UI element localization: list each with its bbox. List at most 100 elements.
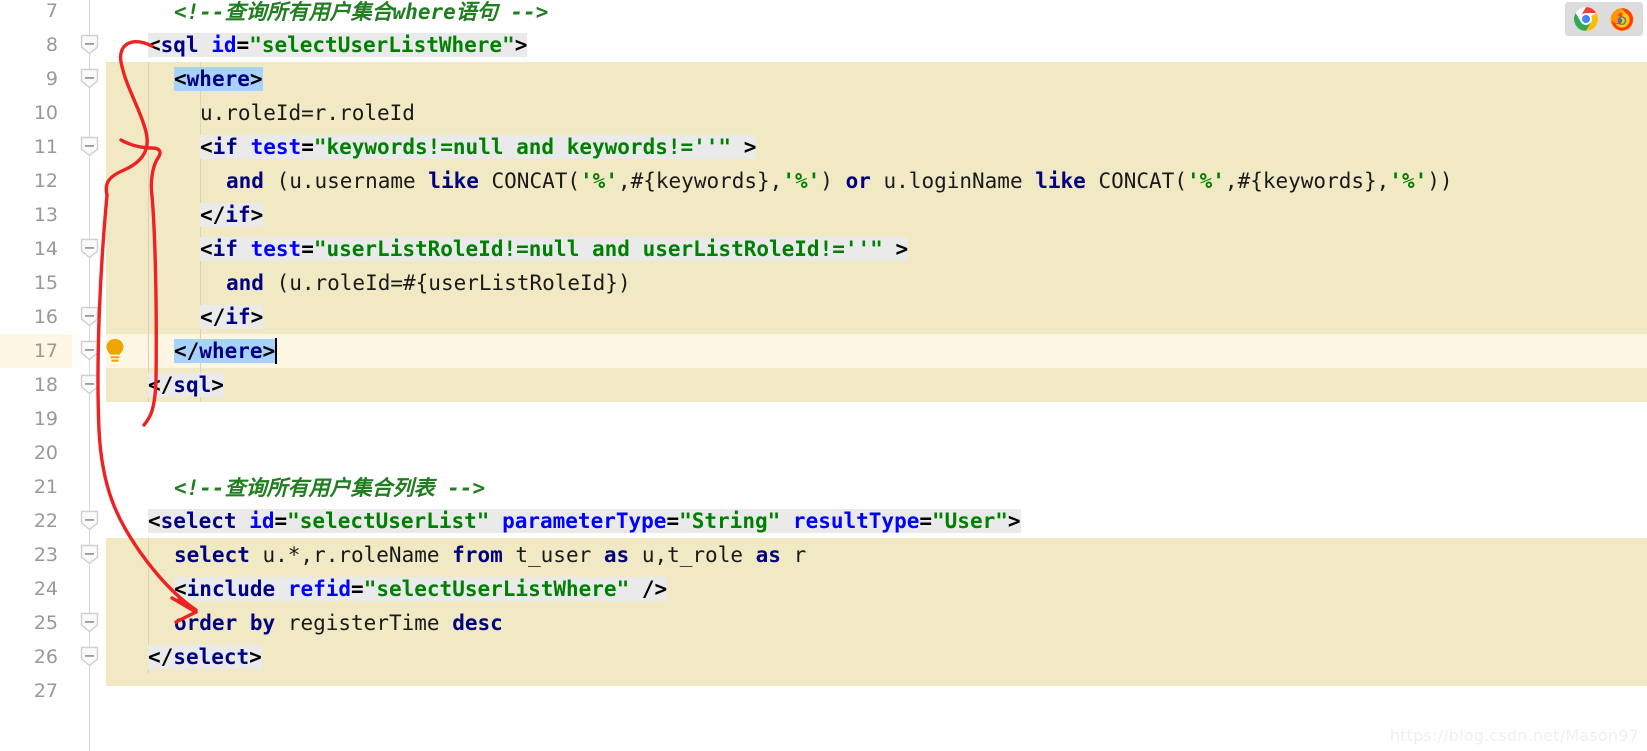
- code-line-19[interactable]: [106, 402, 148, 436]
- code-line-11[interactable]: <if test="keywords!=null and keywords!='…: [106, 130, 757, 164]
- code-line-13[interactable]: </if>: [106, 198, 264, 232]
- line-number-14[interactable]: 14: [0, 232, 72, 266]
- line-number-20[interactable]: 20: [0, 436, 72, 470]
- code-line-14[interactable]: <if test="userListRoleId!=null and userL…: [106, 232, 909, 266]
- chrome-icon[interactable]: [1573, 6, 1599, 32]
- fold-marker-line-16[interactable]: [80, 306, 99, 327]
- line-number-25[interactable]: 25: [0, 606, 72, 640]
- token-22-0: <: [148, 509, 161, 533]
- code-line-10[interactable]: u.roleId=r.roleId: [106, 96, 415, 130]
- code-line-8-content: <sql id="selectUserListWhere">: [148, 33, 528, 57]
- token-13-0: </: [200, 203, 226, 227]
- code-line-12-content: and (u.username like CONCAT('%',#{keywor…: [226, 169, 1453, 193]
- token-24-6: />: [629, 577, 668, 601]
- code-line-15[interactable]: and (u.roleId=#{userListRoleId}): [106, 266, 631, 300]
- line-number-8[interactable]: 8: [0, 28, 72, 62]
- token-8-3: id: [211, 33, 237, 57]
- token-16-1: if: [225, 305, 251, 329]
- token-8-0: <: [148, 33, 161, 57]
- token-24-1: include: [186, 577, 276, 601]
- token-15-1: (u.roleId=#{userListRoleId}): [276, 271, 631, 295]
- token-24-4: =: [351, 577, 364, 601]
- token-26-1: select: [173, 645, 250, 669]
- code-line-17[interactable]: </where>: [106, 334, 278, 368]
- line-number-13[interactable]: 13: [0, 198, 72, 232]
- code-line-14-content: <if test="userListRoleId!=null and userL…: [200, 237, 909, 261]
- code-line-26[interactable]: </select>: [106, 640, 262, 674]
- code-line-16[interactable]: </if>: [106, 300, 264, 334]
- code-line-18[interactable]: </sql>: [106, 368, 224, 402]
- fold-marker-line-23[interactable]: [80, 544, 99, 565]
- lightbulb-icon[interactable]: [104, 337, 126, 367]
- line-number-24[interactable]: 24: [0, 572, 72, 606]
- token-23-0: select: [174, 543, 250, 567]
- line-number-23[interactable]: 23: [0, 538, 72, 572]
- token-11-5: "keywords!=null and keywords!=''": [313, 135, 732, 159]
- code-line-24[interactable]: <include refid="selectUserListWhere" />: [106, 572, 668, 606]
- line-number-7[interactable]: 7: [0, 0, 72, 28]
- token-15-0: and: [226, 271, 277, 295]
- firefox-icon[interactable]: [1609, 6, 1635, 32]
- code-line-11-content: <if test="keywords!=null and keywords!='…: [200, 135, 757, 159]
- token-12-11: CONCAT(: [1085, 169, 1187, 193]
- token-22-12: =: [919, 509, 933, 533]
- code-line-9[interactable]: <where>: [106, 62, 263, 96]
- code-line-21-content: <!--查询所有用户集合列表 -->: [174, 472, 485, 502]
- token-12-10: like: [1035, 169, 1086, 193]
- fold-marker-line-26[interactable]: [80, 646, 99, 667]
- line-number-26[interactable]: 26: [0, 640, 72, 674]
- token-11-4: =: [301, 135, 314, 159]
- line-number-17[interactable]: 17: [0, 334, 72, 368]
- line-number-21[interactable]: 21: [0, 470, 72, 504]
- token-22-13: "User": [932, 509, 1008, 533]
- token-12-7: ): [820, 169, 846, 193]
- token-23-6: as: [755, 543, 781, 567]
- code-line-13-content: </if>: [200, 203, 264, 227]
- fold-marker-line-25[interactable]: [80, 612, 99, 633]
- fold-marker-line-18[interactable]: [80, 374, 99, 395]
- line-number-12[interactable]: 12: [0, 164, 72, 198]
- line-number-15[interactable]: 15: [0, 266, 72, 300]
- token-18-0: </: [148, 373, 174, 397]
- code-line-18-content: </sql>: [148, 373, 224, 397]
- line-number-16[interactable]: 16: [0, 300, 72, 334]
- line-number-18[interactable]: 18: [0, 368, 72, 402]
- code-editor[interactable]: <!--查询所有用户集合where语句 --> <sql id="selectUs…: [0, 0, 1647, 751]
- code-text-area[interactable]: <!--查询所有用户集合where语句 --> <sql id="selectUs…: [106, 0, 1647, 751]
- code-line-16-content: </if>: [200, 305, 264, 329]
- code-folding-strip[interactable]: [72, 0, 106, 751]
- code-line-26-content: </select>: [148, 645, 262, 669]
- code-line-24-content: <include refid="selectUserListWhere" />: [174, 577, 668, 601]
- line-number-19[interactable]: 19: [0, 402, 72, 436]
- code-line-22[interactable]: <select id="selectUserList" parameterTyp…: [106, 504, 1021, 538]
- fold-marker-line-22[interactable]: [80, 510, 99, 531]
- token-11-0: <: [200, 135, 213, 159]
- fold-marker-line-9[interactable]: [80, 68, 99, 89]
- fold-marker-line-14[interactable]: [80, 238, 99, 259]
- token-24-0: <: [174, 577, 187, 601]
- code-line-20[interactable]: [106, 436, 148, 470]
- fold-marker-line-8[interactable]: [80, 34, 99, 55]
- line-number-gutter[interactable]: 7 8 9 10 11 12 13 14 15 16 17 18 19 20 21 22 23 24 25 26 27: [0, 0, 72, 751]
- fold-marker-line-11[interactable]: [80, 136, 99, 157]
- line-number-10[interactable]: 10: [0, 96, 72, 130]
- token-25-2: by: [249, 611, 276, 635]
- token-14-0: <: [200, 237, 213, 261]
- code-line-27[interactable]: [106, 674, 148, 708]
- code-line-7[interactable]: <!--查询所有用户集合where语句 -->: [106, 0, 548, 28]
- line-number-9[interactable]: 9: [0, 62, 72, 96]
- token-12-15: )): [1427, 169, 1453, 193]
- browser-icon-tray[interactable]: [1565, 2, 1643, 36]
- token-8-6: >: [514, 33, 528, 57]
- code-line-23[interactable]: select u.*,r.roleName from t_user as u,t…: [106, 538, 806, 572]
- token-9-0: <: [174, 67, 187, 91]
- code-line-12[interactable]: and (u.username like CONCAT('%',#{keywor…: [106, 164, 1453, 198]
- line-number-22[interactable]: 22: [0, 504, 72, 538]
- code-line-25[interactable]: order by registerTime desc: [106, 606, 503, 640]
- token-12-14: '%': [1389, 169, 1428, 193]
- code-line-8[interactable]: <sql id="selectUserListWhere">: [106, 28, 528, 62]
- code-line-21[interactable]: <!--查询所有用户集合列表 -->: [106, 470, 485, 504]
- fold-marker-line-17[interactable]: [80, 340, 99, 361]
- line-number-27[interactable]: 27: [0, 674, 72, 708]
- line-number-11[interactable]: 11: [0, 130, 72, 164]
